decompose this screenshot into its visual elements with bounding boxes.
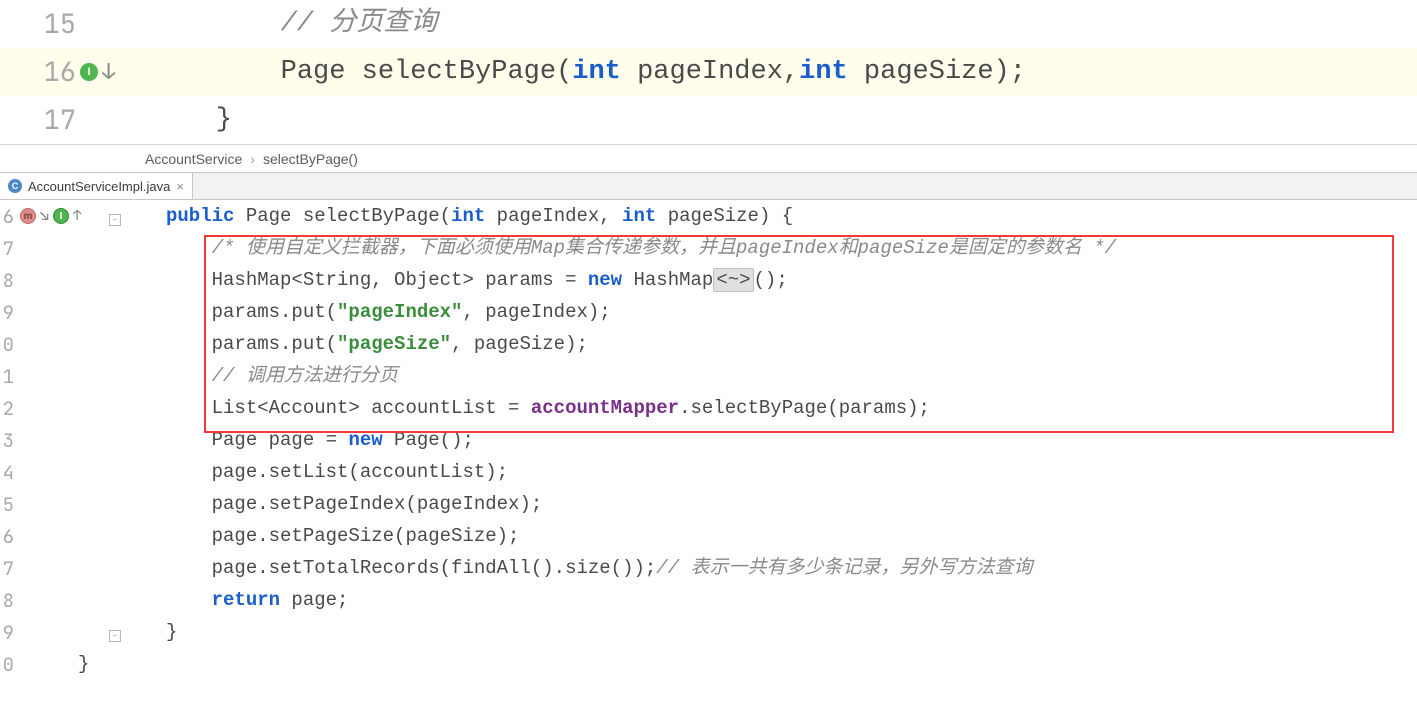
gutter[interactable]: 0: [0, 332, 122, 357]
gutter[interactable]: 9−: [0, 620, 122, 645]
method-icon[interactable]: m: [20, 208, 36, 224]
gutter[interactable]: 3: [0, 428, 122, 453]
code-line[interactable]: 9−}: [0, 616, 1417, 648]
gutter[interactable]: 7: [0, 236, 122, 261]
gutter[interactable]: 2: [0, 396, 122, 421]
code-line[interactable]: 3 Page page = new Page();: [0, 424, 1417, 456]
gutter[interactable]: 17: [0, 107, 135, 134]
implements-icon[interactable]: I: [53, 208, 69, 224]
code-text[interactable]: params.put("pageIndex", pageIndex);: [122, 303, 1417, 322]
code-line[interactable]: 8 return page;: [0, 584, 1417, 616]
code-line[interactable]: 1 // 调用方法进行分页: [0, 360, 1417, 392]
code-line[interactable]: 15 // 分页查询: [0, 0, 1417, 48]
code-line[interactable]: 16I↓ Page selectByPage(int pageIndex,int…: [0, 48, 1417, 96]
chevron-right-icon: ›: [250, 151, 255, 167]
bottom-editor-pane: 6m↘I↑−public Page selectByPage(int pageI…: [0, 200, 1417, 680]
breadcrumb-root[interactable]: AccountService: [145, 151, 242, 167]
code-text[interactable]: }: [122, 623, 1417, 642]
fold-handle-icon[interactable]: −: [109, 214, 121, 226]
code-line[interactable]: 7 /* 使用自定义拦截器，下面必须使用Map集合传递参数，并且pageInde…: [0, 232, 1417, 264]
overridden-arrow-icon[interactable]: ↓: [102, 61, 115, 83]
fold-handle-icon[interactable]: −: [109, 630, 121, 642]
line-number: 7: [0, 556, 14, 581]
code-text[interactable]: }: [78, 655, 1373, 674]
line-number: 5: [0, 492, 14, 517]
implements-icon[interactable]: I: [80, 63, 98, 81]
gutter[interactable]: 15: [0, 11, 135, 38]
code-text[interactable]: Page selectByPage(int pageIndex,int page…: [135, 59, 1417, 86]
gutter[interactable]: 6: [0, 524, 122, 549]
line-number: 16: [42, 59, 76, 86]
code-line[interactable]: 2 List<Account> accountList = accountMap…: [0, 392, 1417, 424]
code-text[interactable]: page.setPageIndex(pageIndex);: [122, 495, 1417, 514]
line-number: 3: [0, 428, 14, 453]
editor-tab-label: AccountServiceImpl.java: [28, 179, 170, 194]
line-number: 17: [42, 107, 76, 134]
line-number: 6: [0, 204, 14, 229]
code-text[interactable]: Page page = new Page();: [122, 431, 1417, 450]
gutter[interactable]: 8: [0, 268, 122, 293]
gutter[interactable]: 9: [0, 300, 122, 325]
line-number: 1: [0, 364, 14, 389]
line-number: 8: [0, 588, 14, 613]
code-line[interactable]: 0 params.put("pageSize", pageSize);: [0, 328, 1417, 360]
code-text[interactable]: HashMap<String, Object> params = new Has…: [122, 271, 1417, 290]
code-line[interactable]: 9 params.put("pageIndex", pageIndex);: [0, 296, 1417, 328]
gutter[interactable]: 6m↘I↑ −: [0, 204, 122, 229]
gutter[interactable]: 8: [0, 588, 122, 613]
code-line[interactable]: 5 page.setPageIndex(pageIndex);: [0, 488, 1417, 520]
code-text[interactable]: // 分页查询: [135, 11, 1417, 38]
code-text[interactable]: List<Account> accountList = accountMappe…: [122, 399, 1417, 418]
gutter[interactable]: 1: [0, 364, 122, 389]
line-number: 8: [0, 268, 14, 293]
code-text[interactable]: page.setList(accountList);: [122, 463, 1417, 482]
close-icon[interactable]: ×: [176, 179, 184, 194]
code-text[interactable]: // 调用方法进行分页: [122, 367, 1417, 386]
code-line[interactable]: 6 page.setPageSize(pageSize);: [0, 520, 1417, 552]
code-line[interactable]: 8 HashMap<String, Object> params = new H…: [0, 264, 1417, 296]
top-editor-pane: 15 // 分页查询16I↓ Page selectByPage(int pag…: [0, 0, 1417, 144]
line-number: 9: [0, 300, 14, 325]
breadcrumb: AccountService › selectByPage(): [0, 144, 1417, 172]
line-number: 9: [0, 620, 14, 645]
line-number: 7: [0, 236, 14, 261]
editor-tab-bar: C AccountServiceImpl.java ×: [0, 172, 1417, 200]
code-line[interactable]: 0}: [0, 648, 1417, 680]
code-text[interactable]: page.setPageSize(pageSize);: [122, 527, 1417, 546]
code-text[interactable]: public Page selectByPage(int pageIndex, …: [122, 207, 1417, 226]
class-file-icon: C: [8, 179, 22, 193]
line-number: 4: [0, 460, 14, 485]
editor-tab[interactable]: C AccountServiceImpl.java ×: [0, 173, 193, 199]
line-number: 15: [42, 11, 76, 38]
code-text[interactable]: return page;: [122, 591, 1417, 610]
gutter[interactable]: 7: [0, 556, 122, 581]
code-text[interactable]: /* 使用自定义拦截器，下面必须使用Map集合传递参数，并且pageIndex和…: [122, 239, 1417, 258]
code-text[interactable]: }: [135, 107, 1417, 134]
arrow-icon: ↘: [40, 206, 49, 226]
line-number: 2: [0, 396, 14, 421]
gutter[interactable]: 4: [0, 460, 122, 485]
code-line[interactable]: 4 page.setList(accountList);: [0, 456, 1417, 488]
gutter[interactable]: 16I↓: [0, 59, 135, 86]
line-number: 6: [0, 524, 14, 549]
breadcrumb-leaf[interactable]: selectByPage(): [263, 151, 358, 167]
code-line[interactable]: 6m↘I↑ −public Page selectByPage(int pageI…: [0, 200, 1417, 232]
line-number: 0: [0, 652, 14, 677]
code-text[interactable]: params.put("pageSize", pageSize);: [122, 335, 1417, 354]
overriding-arrow-icon[interactable]: ↑: [73, 207, 81, 225]
code-text[interactable]: page.setTotalRecords(findAll().size());/…: [122, 559, 1417, 578]
gutter[interactable]: 5: [0, 492, 122, 517]
code-line[interactable]: 17 }: [0, 96, 1417, 144]
line-number: 0: [0, 332, 14, 357]
code-line[interactable]: 7 page.setTotalRecords(findAll().size())…: [0, 552, 1417, 584]
